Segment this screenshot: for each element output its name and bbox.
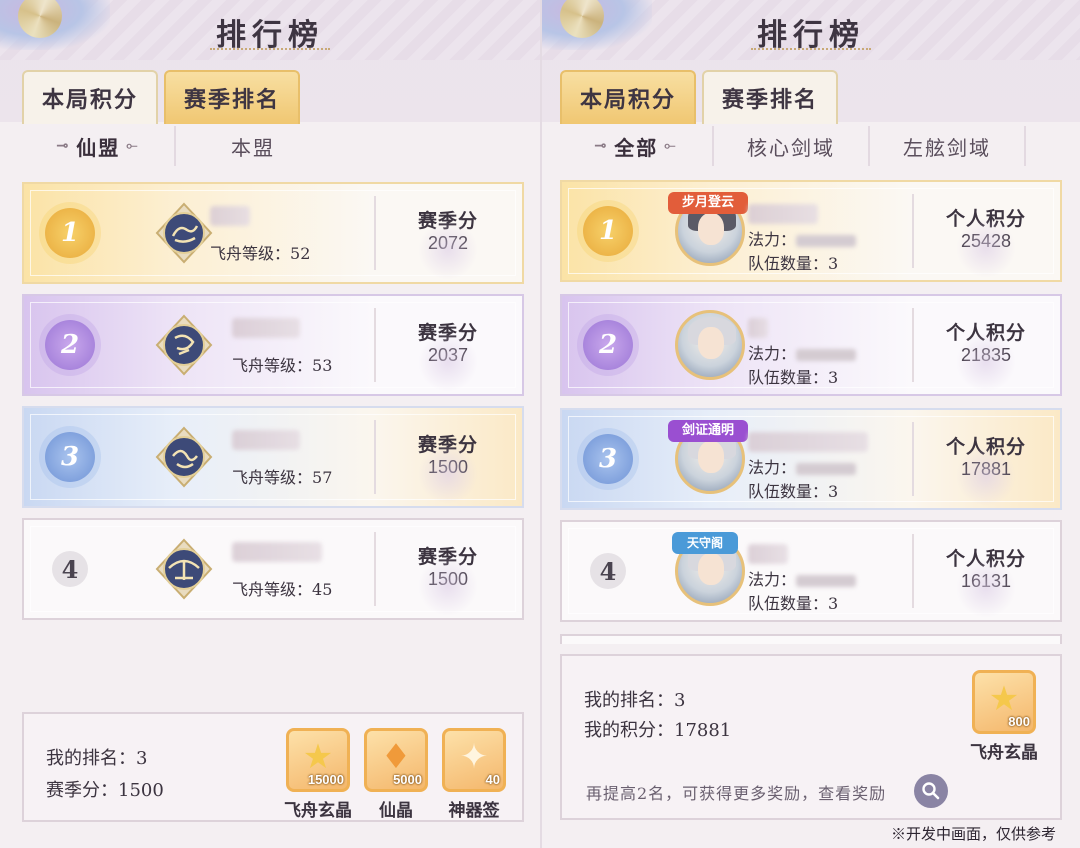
sub-tabs: ⊸ 全部 ⟜ 核心剑域 左舷剑域 <box>560 126 1080 166</box>
tab-season-rank[interactable]: 赛季排名 <box>702 70 839 124</box>
ranking-row[interactable]: 2 法力： 队伍数量：3 个人积分 21835 <box>560 294 1062 396</box>
reward-item[interactable]: ✦ 40 <box>442 728 506 792</box>
ranking-row[interactable]: 1 飞舟等级：52 赛季分 2072 <box>22 182 524 284</box>
player-name-hidden <box>748 432 868 452</box>
ranking-row[interactable]: 2 飞舟等级：53 赛季分 2037 <box>22 294 524 396</box>
score-box: 个人积分 17881 <box>916 432 1056 506</box>
score-box: 赛季分 1500 <box>378 542 518 616</box>
player-name-hidden <box>210 206 250 226</box>
ornament-left-icon: ⊸ <box>594 138 609 154</box>
player-name-hidden <box>748 318 768 338</box>
team-count: 队伍数量：3 <box>748 482 839 501</box>
guild-ranking-panel: 排行榜 本局积分 赛季排名 ⊸ 仙盟 ⟜ 本盟 1 飞舟等级：52 赛季分 20… <box>0 0 540 848</box>
power: 法力： <box>748 226 857 250</box>
ship-level: 飞舟等级：57 <box>232 468 333 487</box>
reward-hint: 再提高2名，可获得更多奖励，查看奖励 <box>586 784 887 803</box>
ornament-left-icon: ⊸ <box>56 138 71 154</box>
my-rank-footer: 我的排名：3 赛季分：1500 ★ 15000 飞舟玄晶 ♦ 5000 仙晶 ✦… <box>22 712 524 822</box>
view-rewards-button[interactable] <box>914 774 948 808</box>
my-score: 我的积分：17881 <box>584 720 732 741</box>
ranking-row-partial <box>560 634 1062 644</box>
ranking-row[interactable]: 3 剑证通明 法力： 队伍数量：3 个人积分 17881 <box>560 408 1062 510</box>
score-box: 个人积分 16131 <box>916 544 1056 618</box>
header: 排行榜 <box>542 0 1080 60</box>
star-crystal-icon: ★ <box>302 736 334 777</box>
tab-season-rank[interactable]: 赛季排名 <box>164 70 301 124</box>
title-badge: 天守阁 <box>672 532 738 554</box>
title-badge: 步月登云 <box>668 192 748 214</box>
power: 法力： <box>748 340 857 364</box>
subtab-all[interactable]: ⊸ 全部 ⟜ <box>560 126 714 166</box>
ornament-right-icon: ⟜ <box>126 138 140 154</box>
ship-level: 飞舟等级：52 <box>210 244 311 263</box>
rank-medal: 4 <box>52 551 88 587</box>
rank-medal: 3 <box>45 432 95 482</box>
ranking-row[interactable]: 4 飞舟等级：45 赛季分 1500 <box>22 518 524 620</box>
flame-crystal-icon: ♦ <box>380 736 412 777</box>
guild-emblem-icon <box>155 538 213 600</box>
ship-level: 飞舟等级：53 <box>232 356 333 375</box>
player-name-hidden <box>232 318 300 338</box>
score-box: 个人积分 21835 <box>916 318 1056 392</box>
title-badge: 剑证通明 <box>668 420 748 442</box>
rank-medal: 2 <box>583 320 633 370</box>
power: 法力： <box>748 566 857 590</box>
ranking-row[interactable]: 1 步月登云 法力： 队伍数量：3 个人积分 25428 <box>560 180 1062 282</box>
rank-medal: 3 <box>583 434 633 484</box>
subtab-alliance[interactable]: ⊸ 仙盟 ⟜ <box>22 126 176 166</box>
subtab-port-domain[interactable]: 左舷剑域 <box>870 126 1026 166</box>
main-tabs: 本局积分 赛季排名 <box>22 70 301 124</box>
title-ornament <box>751 48 871 52</box>
my-season-score: 赛季分：1500 <box>46 780 164 801</box>
rank-medal: 2 <box>45 320 95 370</box>
reward-name: 飞舟玄晶 <box>284 801 352 821</box>
header: 排行榜 <box>0 0 540 60</box>
guild-emblem-icon <box>155 314 213 376</box>
tab-round-score[interactable]: 本局积分 <box>22 70 159 124</box>
ranking-row[interactable]: 3 飞舟等级：57 赛季分 1500 <box>22 406 524 508</box>
score-box: 个人积分 25428 <box>916 204 1056 278</box>
reward-item[interactable]: ★ 800 <box>972 670 1036 734</box>
reward-name: 飞舟玄晶 <box>970 743 1038 763</box>
player-name-hidden <box>232 430 300 450</box>
ship-level: 飞舟等级：45 <box>232 580 333 599</box>
player-name-hidden <box>748 204 818 224</box>
reward-item[interactable]: ♦ 5000 <box>364 728 428 792</box>
tab-round-score[interactable]: 本局积分 <box>560 70 697 124</box>
ranking-row[interactable]: 4 天守阁 法力： 队伍数量：3 个人积分 16131 <box>560 520 1062 622</box>
main-tabs: 本局积分 赛季排名 <box>560 70 839 124</box>
reward-name: 神器签 <box>448 801 500 821</box>
dev-disclaimer: ※开发中画面，仅供参考 <box>890 825 1056 843</box>
player-name-hidden <box>748 544 788 564</box>
rank-medal: 1 <box>583 206 633 256</box>
title-ornament <box>210 48 330 52</box>
subtab-core-domain[interactable]: 核心剑域 <box>714 126 870 166</box>
score-box: 赛季分 1500 <box>378 430 518 504</box>
my-rank-footer: 我的排名：3 我的积分：17881 ★ 800 飞舟玄晶 再提高2名，可获得更多… <box>560 654 1062 820</box>
guild-emblem-icon <box>155 202 213 264</box>
player-name-hidden <box>232 542 322 562</box>
rank-medal: 1 <box>45 208 95 258</box>
personal-ranking-panel: 排行榜 本局积分 赛季排名 ⊸ 全部 ⟜ 核心剑域 左舷剑域 1 步月登云 法力… <box>540 0 1080 848</box>
ornament-right-icon: ⟜ <box>664 138 678 154</box>
score-box: 赛季分 2072 <box>378 206 518 280</box>
my-rank: 我的排名：3 <box>46 748 148 769</box>
subtab-my-alliance[interactable]: 本盟 <box>176 126 330 166</box>
team-count: 队伍数量：3 <box>748 254 839 273</box>
guild-emblem-icon <box>155 426 213 488</box>
my-rank: 我的排名：3 <box>584 690 686 711</box>
score-box: 赛季分 2037 <box>378 318 518 392</box>
reward-name: 仙晶 <box>379 801 413 821</box>
search-icon <box>922 782 940 800</box>
power: 法力： <box>748 454 857 478</box>
reward-item[interactable]: ★ 15000 <box>286 728 350 792</box>
rank-medal: 4 <box>590 553 626 589</box>
team-count: 队伍数量：3 <box>748 594 839 613</box>
player-avatar <box>675 310 745 380</box>
team-count: 队伍数量：3 <box>748 368 839 387</box>
artifact-token-icon: ✦ <box>459 736 489 777</box>
star-crystal-icon: ★ <box>988 678 1020 719</box>
sub-tabs: ⊸ 仙盟 ⟜ 本盟 <box>22 126 540 166</box>
